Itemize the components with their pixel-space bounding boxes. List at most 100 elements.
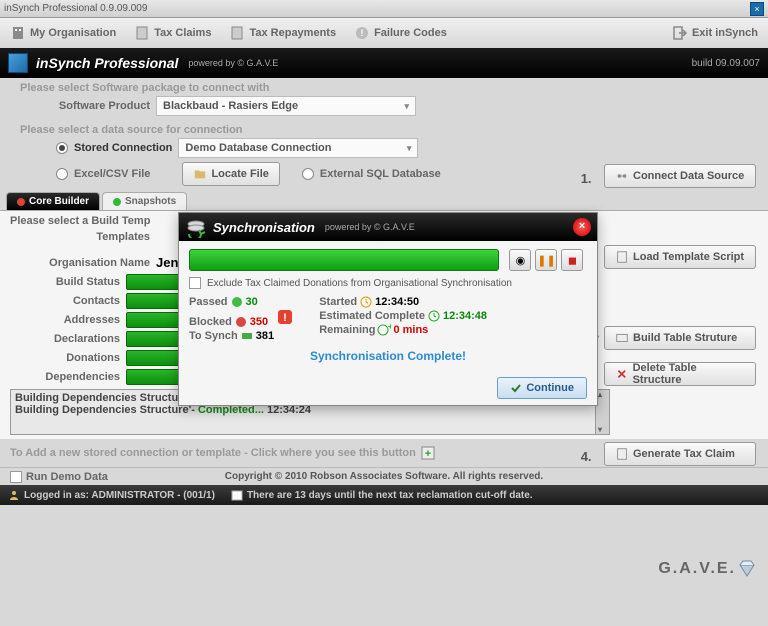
sync-complete-text: Synchronisation Complete! [189, 349, 587, 363]
exit-icon [672, 25, 688, 41]
software-product-select[interactable]: Blackbaud - Rasiers Edge [156, 96, 416, 116]
warning-icon[interactable]: ! [277, 309, 293, 325]
remaining-value: 0 mins [393, 324, 428, 336]
marker-1: 1. [581, 171, 592, 186]
brand-bar: inSynch Professional powered by © G.A.V.… [0, 48, 768, 78]
main-toolbar: My Organisation Tax Claims Tax Repayment… [0, 18, 768, 48]
window-titlebar: inSynch Professional 0.9.09.009 × [0, 0, 768, 18]
app-title: inSynch Professional [36, 55, 178, 71]
template-section: Please select a Build Temp [10, 215, 150, 227]
toolbar-tax-repayments[interactable]: Tax Repayments [229, 25, 336, 41]
estcomp-value: 12:34:48 [443, 310, 487, 322]
diamond-icon [736, 558, 758, 580]
template-hint: To Add a new stored connection or templa… [10, 447, 416, 459]
check-icon [510, 382, 522, 394]
calendar-icon [231, 489, 243, 501]
dot-icon [17, 198, 25, 206]
build-status-label: Build Status [10, 276, 120, 288]
contacts-label: Contacts [10, 295, 120, 307]
stored-connection-select[interactable]: Demo Database Connection [178, 138, 418, 158]
sync-play-button[interactable]: ◉ [509, 249, 531, 271]
document-icon [615, 447, 629, 461]
sync-pause-button[interactable]: ❚❚ [535, 249, 557, 271]
toolbar-tax-claims[interactable]: Tax Claims [134, 25, 211, 41]
dialog-title: Synchronisation [213, 220, 315, 235]
external-sql-label: External SQL Database [320, 168, 441, 180]
locate-file-button[interactable]: Locate File [182, 162, 279, 186]
continue-button[interactable]: Continue [497, 377, 587, 399]
copyright: Copyright © 2010 Robson Associates Softw… [225, 471, 543, 482]
dependencies-label: Dependencies [10, 371, 120, 383]
user-icon [8, 489, 20, 501]
folder-icon [193, 167, 207, 181]
sync-icon [185, 216, 207, 238]
status-login: Logged in as: ADMINISTRATOR - (001/1) [24, 490, 215, 501]
toolbar-my-organisation[interactable]: My Organisation [10, 25, 116, 41]
build-icon [615, 331, 629, 345]
pass-icon [230, 295, 244, 309]
started-value: 12:34:50 [375, 296, 419, 308]
run-demo-checkbox[interactable] [10, 471, 22, 483]
section-datasource: Please select a data source for connecti… [10, 120, 758, 138]
passed-value: 30 [246, 296, 258, 308]
blocked-value: 350 [250, 316, 268, 328]
section-software: Please select Software package to connec… [10, 78, 758, 96]
tab-core-builder[interactable]: Core Builder [6, 192, 100, 210]
dialog-sub: powered by © G.A.V.E [325, 222, 415, 232]
svg-text:+: + [425, 448, 431, 460]
tab-snapshots[interactable]: Snapshots [102, 192, 187, 210]
gave-logo: G.A.V.E. [658, 558, 758, 580]
sync-small-icon [240, 329, 254, 343]
status-bar: Logged in as: ADMINISTRATOR - (001/1) Th… [0, 485, 768, 505]
document-icon [134, 25, 150, 41]
excel-label: Excel/CSV File [74, 168, 150, 180]
toolbar-exit[interactable]: Exit inSynch [672, 25, 758, 41]
generate-tax-claim-button[interactable]: Generate Tax Claim [604, 442, 756, 466]
run-demo-label: Run Demo Data [26, 471, 108, 483]
build-table-button[interactable]: Build Table Struture [604, 326, 756, 350]
clock-plus-icon: + [377, 323, 391, 337]
add-icon: + [420, 445, 436, 461]
exclude-checkbox[interactable] [189, 277, 201, 289]
load-template-button[interactable]: Load Template Script [604, 245, 756, 269]
window-close-button[interactable]: × [750, 2, 764, 16]
software-product-label: Software Product [10, 100, 150, 112]
sync-progress [189, 249, 499, 271]
connect-data-source-button[interactable]: Connect Data Source [604, 164, 756, 188]
stored-connection-label: Stored Connection [74, 142, 172, 154]
synchronisation-dialog: Synchronisation powered by © G.A.V.E × ◉… [178, 212, 598, 406]
svg-text:!: ! [361, 28, 364, 38]
build-label: build 09.09.007 [692, 58, 760, 69]
logo-cube-icon [8, 53, 28, 73]
delete-table-button[interactable]: Delete Table Structure [604, 362, 756, 386]
sync-stop-button[interactable]: ◼ [561, 249, 583, 271]
clock-icon [427, 309, 441, 323]
marker-4: 4. [581, 449, 592, 464]
toolbar-failure-codes[interactable]: !Failure Codes [354, 25, 447, 41]
dot-icon [113, 198, 121, 206]
excel-radio[interactable] [56, 168, 68, 180]
tosynch-value: 381 [256, 330, 274, 342]
clock-icon [359, 295, 373, 309]
dialog-close-button[interactable]: × [573, 218, 591, 236]
exclude-label: Exclude Tax Claimed Donations from Organ… [207, 278, 512, 289]
templates-label: Templates [10, 231, 150, 243]
stored-connection-radio[interactable] [56, 142, 68, 154]
delete-icon [615, 367, 629, 381]
org-name-label: Organisation Name [10, 257, 150, 269]
step1-area: 1. Connect Data Source [581, 164, 756, 188]
building-icon [10, 25, 26, 41]
donations-label: Donations [10, 352, 120, 364]
document-icon [229, 25, 245, 41]
script-icon [615, 250, 629, 264]
error-icon: ! [354, 25, 370, 41]
declarations-label: Declarations [10, 333, 120, 345]
connect-icon [615, 169, 629, 183]
app-subtitle: powered by © G.A.V.E [188, 58, 278, 68]
addresses-label: Addresses [10, 314, 120, 326]
svg-text:+: + [388, 323, 391, 331]
status-cutoff: There are 13 days until the next tax rec… [247, 490, 533, 501]
external-sql-radio[interactable] [302, 168, 314, 180]
window-title: inSynch Professional 0.9.09.009 [4, 3, 147, 14]
block-icon [234, 315, 248, 329]
